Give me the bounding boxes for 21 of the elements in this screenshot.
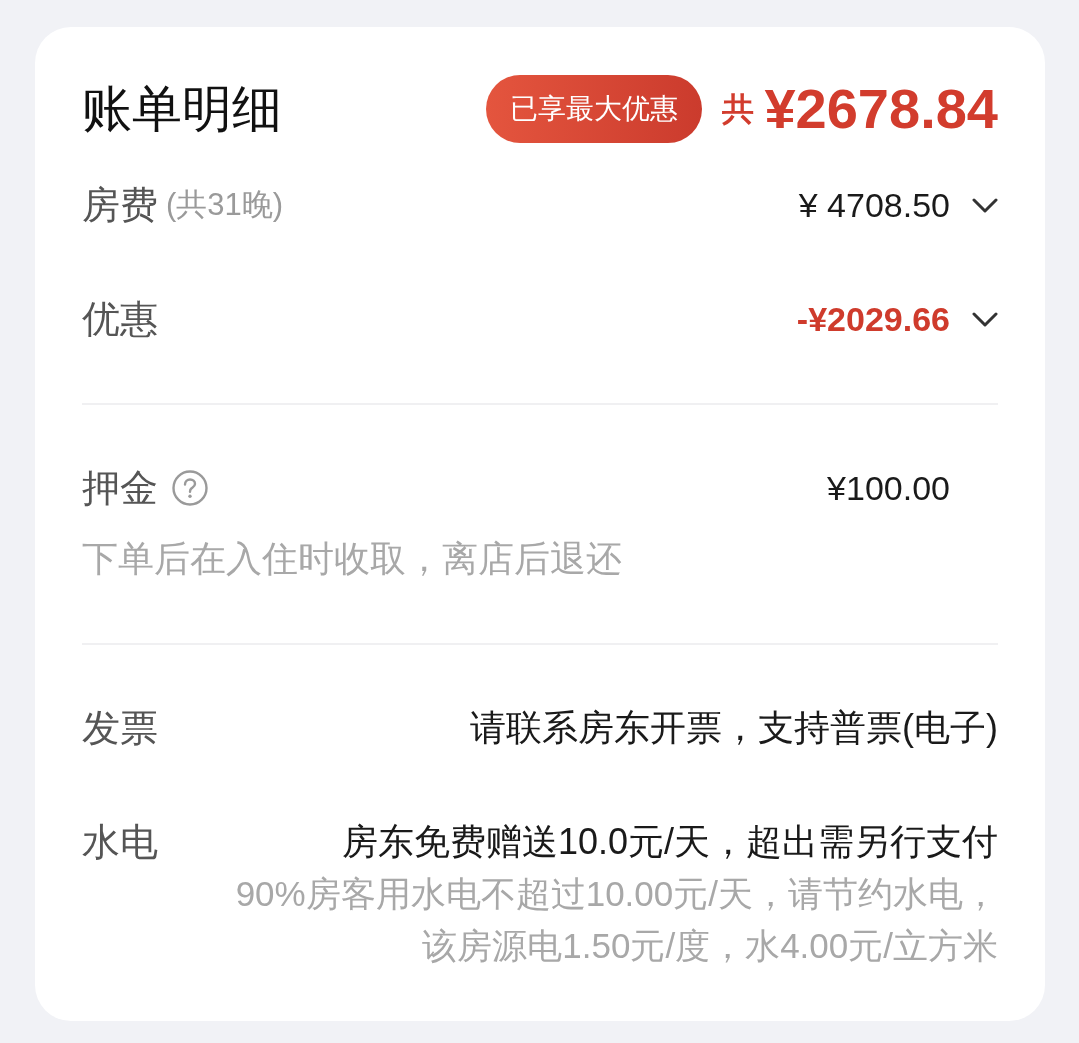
amount-text: ¥100.00: [827, 468, 950, 509]
item-value: 房东免费赠送10.0元/天，超出需另行支付: [341, 820, 998, 864]
chevron-icon[interactable]: [972, 197, 998, 213]
amount-text: ¥ 4708.50: [798, 185, 950, 226]
item-value: 请联系房东开票，支持普票(电子): [470, 706, 998, 750]
item-label: 水电: [82, 820, 158, 865]
item-label: 优惠: [82, 297, 158, 342]
deposit-note: 下单后在入住时收取，离店后退还: [82, 537, 622, 581]
discount-badge: 已享最大优惠: [486, 75, 703, 143]
chevron-icon[interactable]: [972, 311, 998, 327]
usage-note: 90%房客用水电不超过10.00元/天，请节约水电，: [235, 873, 998, 915]
item-label: 房费: [82, 183, 158, 228]
nights-note: (共31晚): [166, 186, 284, 224]
help-icon[interactable]: [172, 470, 208, 506]
usage-note: 该房源电1.50元/度，水4.00元/立方米: [422, 925, 998, 967]
total-amount: ¥2678.84: [764, 77, 998, 141]
bill-title: 账单明细: [82, 80, 282, 139]
item-label: 发票: [82, 706, 158, 751]
amount-text: -¥2029.66: [796, 299, 950, 340]
item-label: 押金: [82, 466, 158, 511]
total-prefix: 共: [722, 90, 755, 129]
